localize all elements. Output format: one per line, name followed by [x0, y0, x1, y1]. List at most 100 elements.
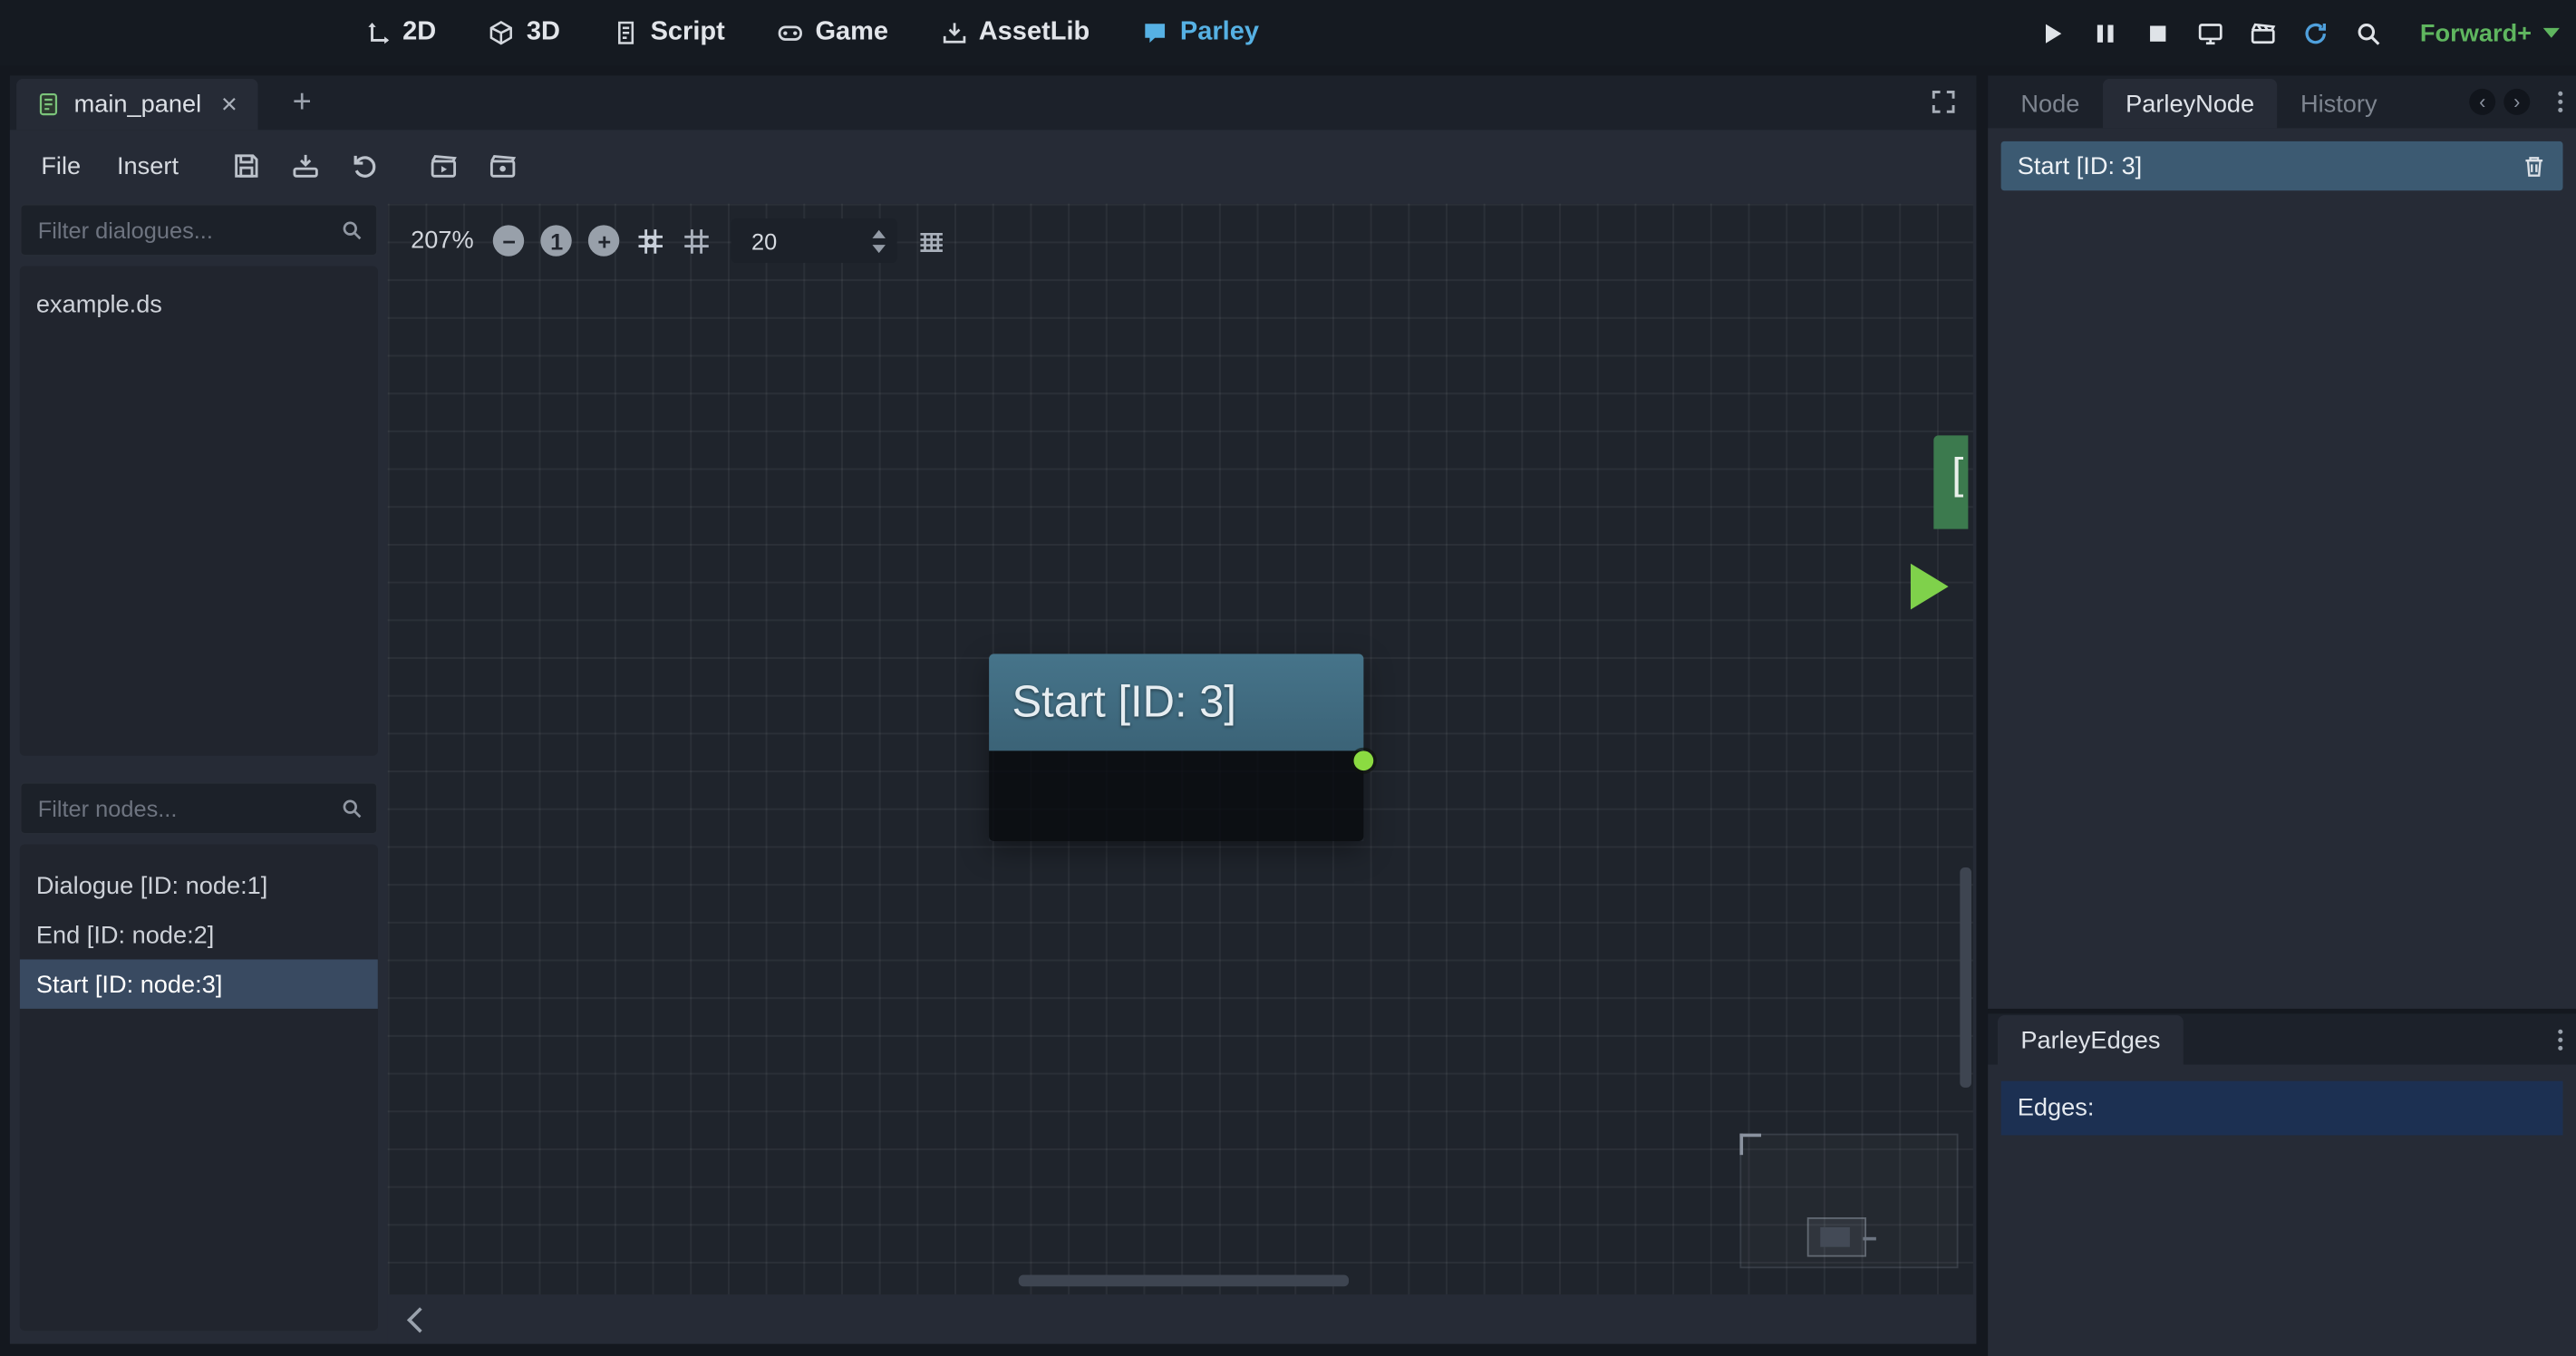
movie-maker-icon[interactable] — [2249, 19, 2277, 47]
game-icon — [778, 20, 804, 46]
search-icon — [340, 797, 363, 819]
graph-area: 207% − 1 + — [388, 204, 1973, 1344]
minimap-edge — [1863, 1237, 1876, 1241]
play-marker-icon — [1911, 564, 1949, 610]
stop-icon[interactable] — [2144, 19, 2172, 47]
workspace-tab-script[interactable]: Script — [613, 18, 725, 48]
workspace-tab-3d[interactable]: 3D — [489, 18, 560, 48]
tab-parleyedges[interactable]: ParleyEdges — [1998, 1015, 2184, 1064]
dock-menu-icon[interactable] — [2556, 89, 2564, 115]
file-menu[interactable]: File — [23, 142, 99, 190]
reload-icon[interactable] — [2301, 19, 2329, 47]
tab-parleynode[interactable]: ParleyNode — [2103, 79, 2278, 128]
scene-tab-label: main_panel — [74, 91, 202, 119]
grid-toggle-icon[interactable] — [683, 226, 712, 256]
3d-icon — [489, 20, 515, 46]
selected-node-label: Start [ID: 3] — [2018, 152, 2142, 180]
horizontal-scrollbar[interactable] — [1019, 1275, 1349, 1287]
workspace-tab-parley-label: Parley — [1180, 18, 1259, 48]
undo-icon[interactable] — [349, 151, 379, 181]
collapse-left-icon[interactable] — [407, 1306, 432, 1332]
vertical-scrollbar[interactable] — [1960, 867, 1971, 1088]
graph-node-title: Start [ID: 3] — [989, 654, 1363, 751]
filter-nodes-input[interactable] — [34, 793, 340, 823]
insert-menu[interactable]: Insert — [99, 142, 197, 190]
filter-nodes-box — [20, 782, 378, 835]
new-tab-button[interactable]: + — [293, 85, 312, 118]
renderer-selector[interactable]: Forward+ — [2420, 19, 2560, 47]
tab-prev-icon[interactable]: ‹ — [2469, 89, 2495, 115]
graph-minimap[interactable] — [1739, 1134, 1958, 1269]
edges-root-row[interactable]: Edges: — [2001, 1081, 2563, 1136]
workspace-tab-2d[interactable]: 2D — [364, 18, 436, 48]
workspace-tab-game[interactable]: Game — [778, 18, 888, 48]
workspace-tab-3d-label: 3D — [527, 18, 560, 48]
zoom-reset-button[interactable]: 1 — [541, 225, 572, 256]
scene-tab-main-panel[interactable]: main_panel × — [16, 79, 257, 130]
snap-distance-input[interactable] — [748, 226, 820, 256]
renderer-label: Forward+ — [2420, 19, 2532, 47]
parleyedges-panel: Edges: — [1988, 1065, 2576, 1356]
list-item-node-end[interactable]: End [ID: node:2] — [20, 910, 378, 959]
2d-icon — [364, 20, 391, 46]
parley-toolbar: File Insert — [10, 130, 1977, 202]
spin-down-icon[interactable] — [873, 244, 886, 252]
workspace-tab-parley[interactable]: Parley — [1142, 18, 1259, 48]
dock-menu-icon[interactable] — [2556, 1027, 2564, 1053]
workspace-tab-assetlib[interactable]: AssetLib — [941, 18, 1089, 48]
zoom-in-button[interactable]: + — [589, 225, 620, 256]
pause-icon[interactable] — [2091, 19, 2119, 47]
graph-node-start[interactable]: Start [ID: 3] — [989, 654, 1363, 841]
snap-toggle-icon[interactable] — [636, 226, 666, 256]
test-dialogue-icon[interactable] — [428, 151, 458, 181]
godot-editor-window: 2D 3D Script Game AssetLib Parley — [0, 0, 2576, 1356]
filter-dialogues-box — [20, 204, 378, 257]
tab-next-icon[interactable]: › — [2503, 89, 2530, 115]
minimap-toggle-icon[interactable] — [917, 226, 947, 256]
nodes-list: Dialogue [ID: node:1] End [ID: node:2] S… — [20, 845, 378, 1332]
main-editor-area: main_panel × + File Insert — [10, 75, 1977, 1343]
scene-tab-bar: main_panel × + — [10, 75, 1977, 130]
graph-node-partial[interactable]: [ — [1933, 435, 1968, 528]
spin-up-icon[interactable] — [873, 229, 886, 237]
trash-icon[interactable] — [2522, 153, 2546, 178]
zoom-out-button[interactable]: − — [493, 225, 524, 256]
expand-icon[interactable] — [1931, 89, 1957, 115]
snap-distance-spinbox — [731, 218, 897, 263]
selected-node-row[interactable]: Start [ID: 3] — [2001, 141, 2563, 190]
test-dialogue-current-icon[interactable] — [488, 151, 518, 181]
list-item-node-start[interactable]: Start [ID: node:3] — [20, 960, 378, 1009]
output-port[interactable] — [1354, 751, 1374, 770]
workspace-tab-assetlib-label: AssetLib — [979, 18, 1089, 48]
dialogues-sidebar: example.ds Dialogue [ID: node:1] End [ID… — [20, 204, 378, 1331]
playback-controls: Forward+ — [2039, 0, 2559, 66]
parley-icon — [1142, 20, 1168, 46]
canvas-toolbar: 207% − 1 + — [411, 218, 947, 263]
graph-canvas[interactable]: 207% − 1 + — [388, 204, 1973, 1295]
minimap-node — [1820, 1227, 1850, 1247]
spinner-arrows — [873, 229, 886, 252]
list-item-dialogue-file[interactable]: example.ds — [20, 279, 378, 328]
filter-dialogues-input[interactable] — [34, 215, 340, 245]
import-icon[interactable] — [290, 151, 320, 181]
parleynode-panel: Start [ID: 3] — [1988, 128, 2576, 1009]
play-icon[interactable] — [2039, 19, 2067, 47]
search-icon[interactable] — [2354, 19, 2382, 47]
remote-debug-icon[interactable] — [2196, 19, 2224, 47]
close-icon[interactable]: × — [221, 91, 237, 119]
graph-node-body — [989, 751, 1363, 841]
tab-node[interactable]: Node — [1998, 79, 2103, 128]
graph-node-partial-text: [ — [1951, 449, 1963, 499]
tab-history[interactable]: History — [2278, 79, 2400, 128]
parley-panel: File Insert example.ds — [10, 130, 1977, 1343]
search-icon — [340, 218, 363, 241]
save-icon[interactable] — [231, 151, 261, 181]
list-item-node-dialogue[interactable]: Dialogue [ID: node:1] — [20, 861, 378, 910]
edges-root-label: Edges: — [2018, 1094, 2095, 1122]
top-menu-bar: 2D 3D Script Game AssetLib Parley — [0, 0, 2576, 66]
scene-doc-icon — [36, 92, 61, 117]
workspace-tab-2d-label: 2D — [402, 18, 436, 48]
dock-tab-bar: Node ParleyNode History ‹ › — [1988, 75, 2576, 128]
tab-nav: ‹ › — [2469, 89, 2530, 115]
bottom-panel-bar — [388, 1294, 1973, 1343]
